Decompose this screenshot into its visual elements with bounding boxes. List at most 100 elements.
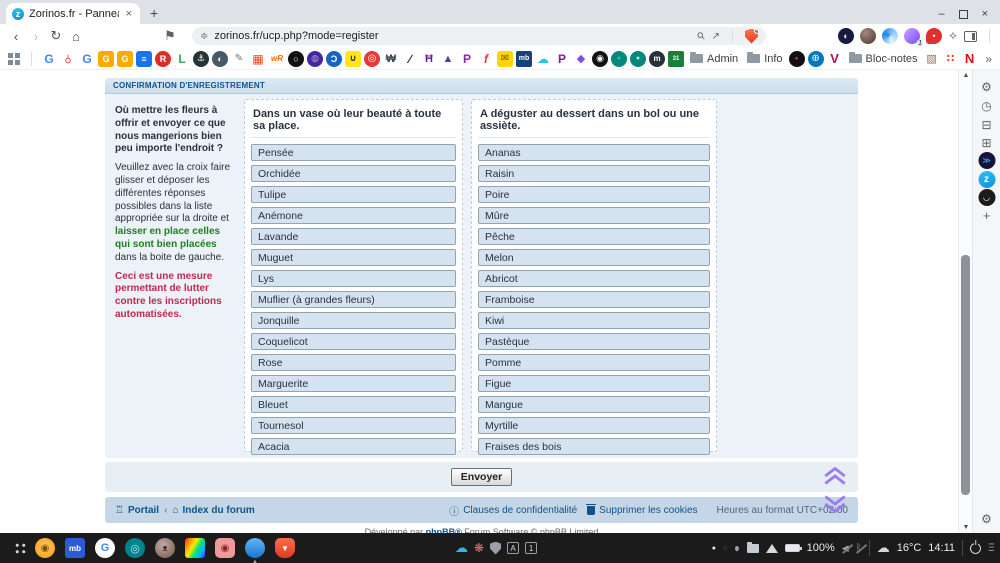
wifi-icon[interactable] xyxy=(766,544,778,553)
bookmark-favicon[interactable]: G xyxy=(79,51,95,67)
drag-item-flower[interactable]: Bleuet xyxy=(251,396,456,413)
bookmark-favicon[interactable]: ◉ xyxy=(592,51,608,67)
bookmark-favicon[interactable]: V xyxy=(827,51,843,67)
bookmark-favicon[interactable]: ▦ xyxy=(250,51,266,67)
screen-recorder-app-icon[interactable]: ◉ xyxy=(35,538,55,558)
messenger-app-icon[interactable]: ▲ xyxy=(245,538,265,558)
extension-icon[interactable]: ◐ xyxy=(838,28,854,44)
add-sidebar-item-icon[interactable]: + xyxy=(978,207,995,224)
share-icon[interactable]: ↗ xyxy=(712,31,720,42)
drag-item-fruit[interactable]: Raisin xyxy=(478,165,710,182)
bookmark-favicon[interactable]: N xyxy=(962,51,978,67)
bookmark-favicon[interactable]: ∷ xyxy=(943,51,959,67)
tab-close-icon[interactable]: × xyxy=(124,8,134,20)
drag-item-fruit[interactable]: Melon xyxy=(478,249,710,266)
drag-item-flower[interactable]: Tulipe xyxy=(251,186,456,203)
teal-ring-app-icon[interactable]: ◎ xyxy=(125,538,145,558)
bookmark-favicon[interactable]: ⚲ xyxy=(60,51,76,67)
forward-button[interactable]: › xyxy=(26,29,46,44)
drag-item-flower[interactable]: Muflier (à grandes fleurs) xyxy=(251,291,456,308)
clock-text[interactable]: 14:11 xyxy=(928,542,955,554)
new-tab-button[interactable]: + xyxy=(150,5,158,21)
drag-item-fruit[interactable]: Mûre xyxy=(478,207,710,224)
drag-item-fruit[interactable]: Fraises des bois xyxy=(478,438,710,455)
bookmark-folder-bloc-notes[interactable]: Bloc-notes xyxy=(846,53,921,65)
site-settings-icon[interactable]: ≑ xyxy=(200,31,208,42)
power-icon[interactable] xyxy=(970,543,981,554)
url-text[interactable]: zorinos.fr/ucp.php?mode=register xyxy=(214,30,692,42)
delete-cookies-link[interactable]: Supprimer les cookies xyxy=(587,505,697,516)
cloud-sync-icon[interactable]: ☁ xyxy=(455,540,468,556)
drag-item-flower[interactable]: Lys xyxy=(251,270,456,287)
files-icon[interactable] xyxy=(747,544,759,553)
scrollbar-thumb[interactable] xyxy=(961,255,970,495)
close-button[interactable]: × xyxy=(982,8,988,20)
drag-item-fruit[interactable]: Pêche xyxy=(478,228,710,245)
security-shield-icon[interactable] xyxy=(490,542,501,555)
bookmark-favicon[interactable]: wR xyxy=(269,51,285,67)
reading-list-icon[interactable]: ⊞ xyxy=(978,134,995,151)
drag-item-flower[interactable]: Anémone xyxy=(251,207,456,224)
keyboard-layout-icon[interactable]: A xyxy=(507,542,519,554)
bookmark-favicon[interactable]: mb xyxy=(516,51,532,67)
sidebar-settings-icon[interactable]: ⚙ xyxy=(978,510,995,527)
bookmark-favicon[interactable]: 31 xyxy=(668,51,684,67)
google-app-icon[interactable]: G xyxy=(95,538,115,558)
sidebar-toggle-icon[interactable] xyxy=(964,31,977,42)
camera-app-icon[interactable]: ◉ xyxy=(215,538,235,558)
bookmark-favicon[interactable]: ◆ xyxy=(573,51,589,67)
bookmark-favicon[interactable]: ○ xyxy=(288,51,304,67)
bookmark-favicon[interactable]: ∪ xyxy=(345,51,361,67)
drag-item-fruit[interactable]: Mangue xyxy=(478,396,710,413)
extension-icon[interactable]: • xyxy=(926,28,942,44)
drag-item-flower[interactable]: Tournesol xyxy=(251,417,456,434)
bookmark-favicon[interactable]: P xyxy=(459,51,475,67)
back-button[interactable]: ‹ xyxy=(6,29,26,44)
bookmark-favicon[interactable]: G xyxy=(98,51,114,67)
drag-item-flower[interactable]: Rose xyxy=(251,354,456,371)
drag-item-flower[interactable]: Muguet xyxy=(251,249,456,266)
bookmark-favicon[interactable]: ● xyxy=(611,51,627,67)
bear-game-app-icon[interactable]: ᴥ xyxy=(155,538,175,558)
terminal-app-icon[interactable]: ≫ xyxy=(978,152,995,169)
bookmark-favicon[interactable]: ≡ xyxy=(136,51,152,67)
scrollbar[interactable]: ▲ ▼ xyxy=(958,70,972,533)
portal-link[interactable]: ♖Portail xyxy=(115,505,159,516)
package-icon[interactable]: ❋ xyxy=(474,541,484,555)
weather-cloud-icon[interactable]: ☁ xyxy=(877,540,890,556)
bookmark-favicon[interactable]: ● xyxy=(789,51,805,67)
scrollbar-up-icon[interactable]: ▲ xyxy=(959,72,973,79)
bookmark-favicon[interactable]: G xyxy=(117,51,133,67)
drag-item-flower[interactable]: Lavande xyxy=(251,228,456,245)
bookmark-favicon[interactable]: P xyxy=(554,51,570,67)
drag-item-fruit[interactable]: Framboise xyxy=(478,291,710,308)
bookmark-favicon[interactable]: R xyxy=(155,51,171,67)
forum-index-link[interactable]: ⌂Index du forum xyxy=(172,505,254,516)
bookmark-favicon[interactable]: ✉ xyxy=(497,51,513,67)
home-button[interactable]: ⌂ xyxy=(66,29,86,44)
reload-button[interactable]: ↻ xyxy=(46,28,66,44)
drag-item-fruit[interactable]: Ananas xyxy=(478,144,710,161)
zorin-app-icon[interactable]: z xyxy=(978,171,995,188)
drag-item-flower[interactable]: Pensée xyxy=(251,144,456,161)
bookmark-favicon[interactable]: ▧ xyxy=(924,51,940,67)
drag-item-fruit[interactable]: Kiwi xyxy=(478,312,710,329)
drop-zone-bowl[interactable]: A déguster au dessert dans un bol ou une… xyxy=(471,99,717,452)
mouse-icon[interactable]: ● xyxy=(734,541,739,555)
save-icon[interactable]: ⊟ xyxy=(978,116,995,133)
workspace-indicator-icon[interactable]: 1 xyxy=(525,542,537,554)
bookmark-favicon[interactable]: ▲ xyxy=(440,51,456,67)
address-bar[interactable]: ≑ zorinos.fr/ucp.php?mode=register ⚲ ↗ xyxy=(192,27,766,45)
scroll-to-top-icon[interactable] xyxy=(821,466,849,486)
bookmark-folder-info[interactable]: Info xyxy=(744,53,785,65)
brave-app-icon[interactable]: ▼ xyxy=(275,538,295,558)
bookmark-favicon[interactable]: ◐ xyxy=(212,51,228,67)
submit-button[interactable]: Envoyer xyxy=(451,468,512,486)
drag-item-fruit[interactable]: Pastèque xyxy=(478,333,710,350)
bookmark-icon[interactable]: ⚑ xyxy=(160,28,180,44)
privacy-link[interactable]: ⓘClauses de confidentialité xyxy=(449,503,577,518)
drag-item-fruit[interactable]: Poire xyxy=(478,186,710,203)
extension-icon[interactable]: 1 xyxy=(904,28,920,44)
bookmark-favicon[interactable]: ✎ xyxy=(231,51,247,67)
browser-tab[interactable]: z Zorinos.fr - Panneau c × xyxy=(6,3,140,24)
